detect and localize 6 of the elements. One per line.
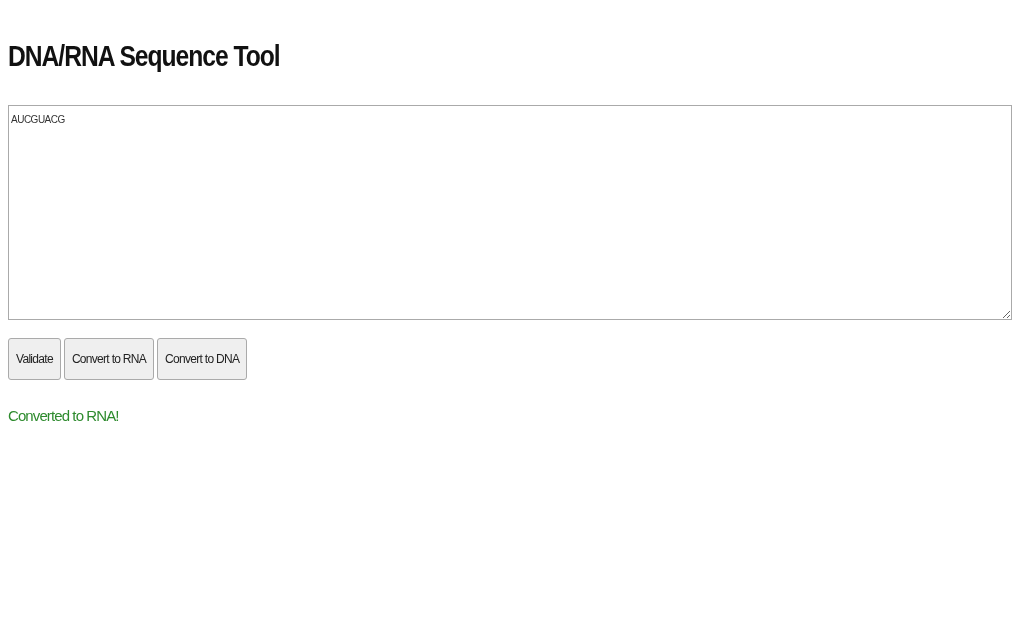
sequence-input-field[interactable]: AUCGUACG <box>8 105 1012 320</box>
action-button[interactable]: Convert to DNA <box>157 338 248 380</box>
action-button[interactable]: Convert to RNA <box>63 338 155 380</box>
page-title: DNA/RNA Sequence Tool <box>8 40 280 73</box>
status-message: Converted to RNA! <box>8 407 119 424</box>
action-button[interactable]: Validate <box>8 338 61 380</box>
